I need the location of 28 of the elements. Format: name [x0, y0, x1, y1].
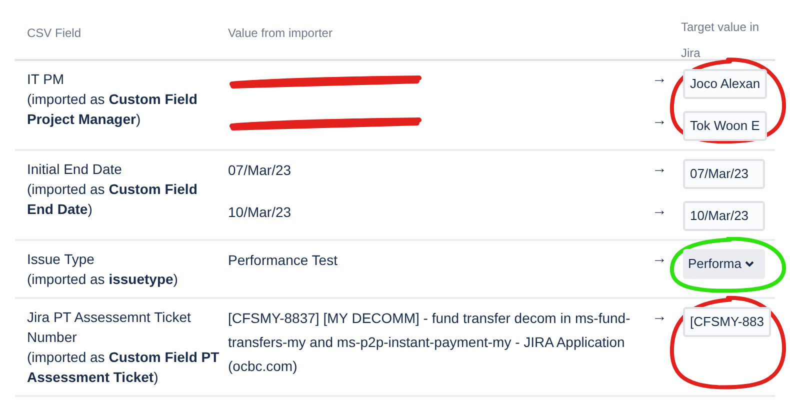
- arrow-text: →: [652, 249, 667, 269]
- chevron-down-icon: [745, 261, 754, 267]
- importer-value: Performance Test: [228, 252, 338, 268]
- imported-as-note: (imported as issuetype): [27, 270, 179, 289]
- target-select[interactable]: Performa: [683, 249, 765, 279]
- arrow-text: →: [652, 159, 667, 179]
- column-header: CSV Field: [26, 25, 82, 42]
- target-input[interactable]: Joco Alexan: [683, 69, 768, 99]
- arrow-text: →: [652, 307, 667, 327]
- target-input[interactable]: 07/Mar/23: [683, 159, 765, 189]
- field-name: Initial End Date: [27, 160, 123, 179]
- column-header: Target value in Jira: [681, 19, 760, 62]
- field-name: Issue Type: [27, 250, 96, 269]
- imported-as-note: (imported as Custom Field PT Assessment Ticket): [27, 348, 220, 387]
- target-input[interactable]: 10/Mar/23: [683, 201, 765, 231]
- column-header: Value from importer: [228, 25, 334, 42]
- importer-value: 07/Mar/23: [228, 162, 292, 178]
- target-input[interactable]: [CFSMY-883: [683, 307, 771, 337]
- field-name: Jira PT Assessemnt Ticket Number: [27, 308, 192, 347]
- importer-value: [CFSMY-8837] [MY DECOMM] - fund transfer decom in ms-fund-transfers-my and ms-p2p-instant-payment-my - JIRA Application (ocbc.com): [228, 310, 630, 374]
- arrow-text: →: [652, 111, 667, 131]
- imported-as-note: (imported as Custom Field Project Manager): [27, 90, 198, 129]
- target-input[interactable]: Tok Woon E: [683, 111, 767, 141]
- arrow-text: →: [652, 201, 667, 221]
- field-name: IT PM: [27, 70, 66, 89]
- importer-value: 10/Mar/23: [228, 204, 292, 220]
- arrow-text: →: [652, 69, 667, 89]
- imported-as-note: (imported as Custom Field End Date): [27, 180, 198, 219]
